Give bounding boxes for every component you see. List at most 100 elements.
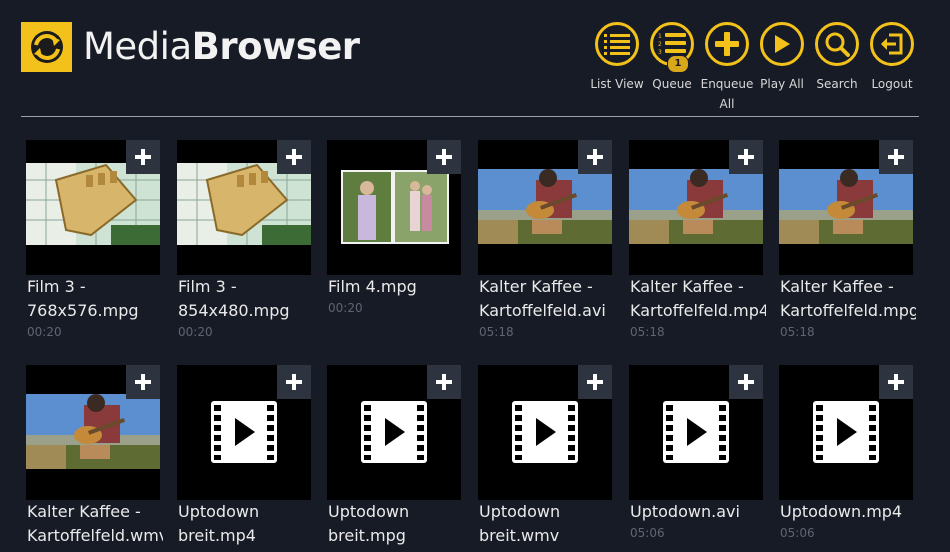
plus-icon — [738, 149, 754, 165]
media-title-line1: Uptodown — [479, 502, 561, 521]
sync-icon — [30, 31, 63, 63]
media-duration: 05:06 — [630, 526, 665, 540]
numbered-list-icon: 1 2 3 — [658, 33, 686, 56]
app-title: MediaBrowser — [83, 25, 360, 68]
media-title-line1: Uptodown.mp4 — [780, 502, 903, 521]
add-to-queue-button[interactable] — [126, 365, 160, 399]
plus-icon — [888, 374, 904, 390]
media-duration: 05:18 — [630, 325, 665, 339]
queue-count-badge: 1 — [667, 55, 689, 73]
add-to-queue-button[interactable] — [277, 365, 311, 399]
add-to-queue-button[interactable] — [126, 140, 160, 174]
play-icon — [775, 35, 790, 53]
media-tile[interactable] — [327, 140, 461, 275]
media-title[interactable]: Uptodown.mp4 — [780, 500, 916, 524]
media-tile[interactable] — [177, 140, 311, 275]
media-title[interactable]: Film 3 - 768x576.mpg — [27, 275, 163, 323]
media-tile[interactable] — [327, 365, 461, 500]
plus-icon — [286, 149, 302, 165]
add-to-queue-button[interactable] — [729, 140, 763, 174]
header: MediaBrowser List View 1 2 3 1 Queue Enq… — [0, 0, 950, 117]
media-tile[interactable] — [629, 140, 763, 275]
media-title-line1: Uptodown.avi — [630, 502, 740, 521]
media-tile[interactable] — [26, 365, 160, 500]
media-title-line2: breit.mpg — [328, 526, 406, 545]
list-view-label: List View — [590, 77, 644, 91]
svg-text:1: 1 — [658, 33, 662, 40]
media-title[interactable]: Film 3 - 854x480.mpg — [178, 275, 314, 323]
add-to-queue-button[interactable] — [277, 140, 311, 174]
media-title[interactable]: Kalter Kaffee - Kartoffelfeld.mpg — [780, 275, 916, 323]
add-to-queue-button[interactable] — [729, 365, 763, 399]
search-label: Search — [816, 77, 858, 91]
list-view-button[interactable]: List View — [589, 22, 645, 94]
media-duration: 05:06 — [780, 526, 815, 540]
media-title[interactable]: Uptodown breit.wmv — [479, 500, 615, 548]
plus-icon — [286, 374, 302, 390]
media-title-line2: breit.mp4 — [178, 526, 256, 545]
plus-icon — [587, 149, 603, 165]
add-to-queue-button[interactable] — [427, 365, 461, 399]
queue-label: Queue — [652, 77, 692, 91]
media-title[interactable]: Uptodown breit.mp4 — [178, 500, 314, 548]
enqueue-all-label: Enqueue All — [700, 77, 754, 111]
search-icon — [825, 32, 850, 57]
media-title-line1: Kalter Kaffee - — [780, 277, 894, 296]
svg-text:3: 3 — [658, 49, 662, 56]
media-title-line1: Kalter Kaffee - — [630, 277, 744, 296]
search-button[interactable]: Search — [809, 22, 865, 94]
header-divider — [21, 116, 919, 117]
play-all-label: Play All — [760, 77, 804, 91]
add-to-queue-button[interactable] — [427, 140, 461, 174]
media-title[interactable]: Kalter Kaffee - Kartoffelfeld.mp4 — [630, 275, 766, 323]
plus-icon — [715, 32, 739, 56]
media-tile[interactable] — [478, 365, 612, 500]
media-tile[interactable] — [177, 365, 311, 500]
media-title[interactable]: Uptodown.avi — [630, 500, 766, 524]
plus-icon — [135, 374, 151, 390]
media-title-line1: Kalter Kaffee - — [479, 277, 593, 296]
plus-icon — [738, 374, 754, 390]
plus-icon — [587, 374, 603, 390]
app-logo[interactable] — [21, 22, 72, 72]
media-tile[interactable] — [478, 140, 612, 275]
media-title-line2: Kartoffelfeld.avi — [479, 301, 606, 320]
media-duration: 00:20 — [328, 301, 363, 315]
media-title-line2: Kartoffelfeld.wmv — [27, 526, 163, 545]
add-to-queue-button[interactable] — [578, 365, 612, 399]
media-title-line2: Kartoffelfeld.mpg — [780, 301, 916, 320]
list-icon — [604, 34, 630, 55]
add-to-queue-button[interactable] — [879, 140, 913, 174]
media-tile[interactable] — [779, 365, 913, 500]
media-title-line2: 768x576.mpg — [27, 301, 139, 320]
media-title-line1: Uptodown — [328, 502, 410, 521]
enqueue-all-button[interactable]: Enqueue All — [699, 22, 755, 114]
add-to-queue-button[interactable] — [879, 365, 913, 399]
logout-icon — [881, 33, 903, 55]
add-to-queue-button[interactable] — [578, 140, 612, 174]
media-tile[interactable] — [779, 140, 913, 275]
media-tile[interactable] — [629, 365, 763, 500]
media-title-line1: Kalter Kaffee - — [27, 502, 141, 521]
media-title[interactable]: Film 4.mpg — [328, 275, 464, 299]
logout-label: Logout — [871, 77, 913, 91]
media-title-line2: Kartoffelfeld.mp4 — [630, 301, 766, 320]
media-duration: 00:20 — [27, 325, 62, 339]
plus-icon — [888, 149, 904, 165]
media-title[interactable]: Kalter Kaffee - Kartoffelfeld.avi — [479, 275, 615, 323]
logout-button[interactable]: Logout — [864, 22, 920, 94]
media-title-line1: Uptodown — [178, 502, 260, 521]
media-title[interactable]: Uptodown breit.mpg — [328, 500, 464, 548]
media-title[interactable]: Kalter Kaffee - Kartoffelfeld.wmv — [27, 500, 163, 548]
media-title-line1: Film 3 - — [178, 277, 237, 296]
queue-button[interactable]: 1 2 3 1 Queue — [644, 22, 700, 94]
svg-text:2: 2 — [658, 41, 662, 48]
media-title-line1: Film 3 - — [27, 277, 86, 296]
play-all-button[interactable]: Play All — [754, 22, 810, 94]
plus-icon — [436, 374, 452, 390]
media-duration: 05:18 — [479, 325, 514, 339]
media-title-line2: 854x480.mpg — [178, 301, 290, 320]
media-title-line1: Film 4.mpg — [328, 277, 417, 296]
plus-icon — [135, 149, 151, 165]
media-tile[interactable] — [26, 140, 160, 275]
